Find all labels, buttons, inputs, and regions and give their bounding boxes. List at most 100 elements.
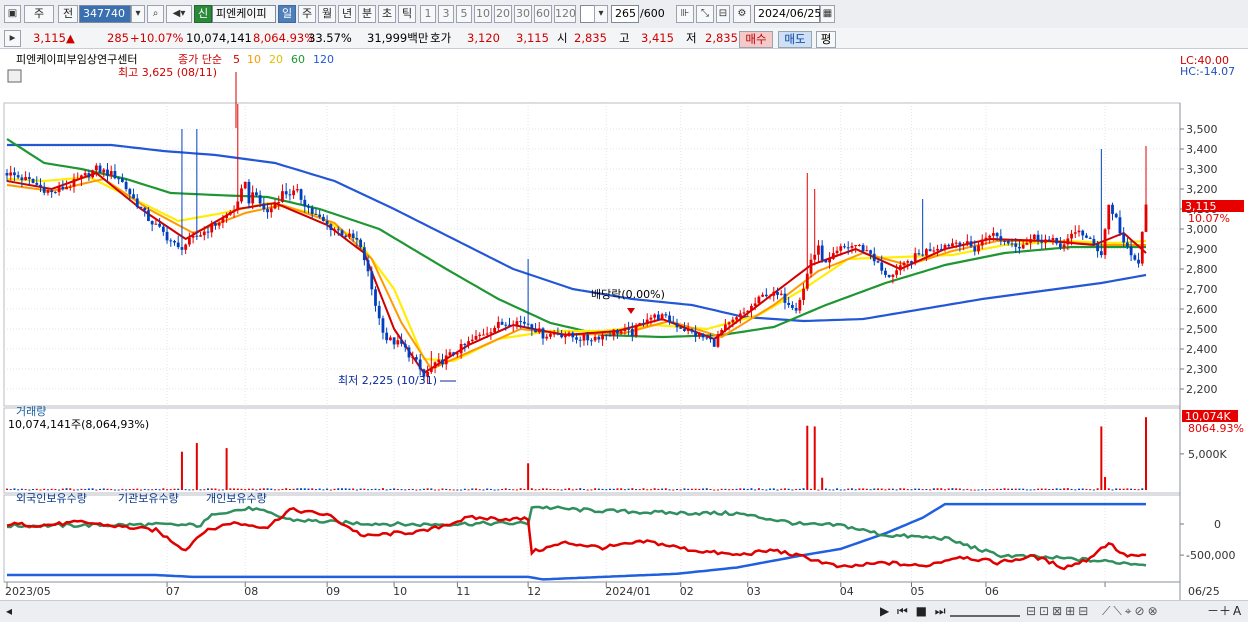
volume-bar	[716, 489, 719, 491]
interval-10[interactable]: 10	[474, 5, 492, 23]
window-icon[interactable]: ▣	[4, 5, 21, 23]
mode-select-b[interactable]: 전	[58, 5, 78, 23]
period-day[interactable]: 일	[278, 5, 296, 23]
candle-body	[794, 307, 798, 311]
date-input[interactable]: 2024/06/25	[754, 5, 821, 23]
volume-bar	[214, 488, 217, 490]
interval-60[interactable]: 60	[534, 5, 552, 23]
tool-icons[interactable]: ⟋⟍⌖⊘⊗	[1102, 604, 1161, 618]
buy-button[interactable]: 매수	[739, 31, 773, 48]
volume-bar	[947, 488, 950, 490]
candle-body	[478, 334, 482, 336]
candle-type-icon[interactable]: ⊪	[676, 5, 694, 23]
volume-bar	[776, 489, 779, 491]
candle-body	[988, 235, 992, 238]
hc-label: HC:-14.07	[1180, 65, 1235, 78]
speaker-icon[interactable]: ◀▾	[166, 5, 192, 23]
candle-body	[768, 295, 772, 297]
chart-area[interactable]: 2023/05 07 08 09 10 11 12 2024/01 02 03 04 05 06 06/2…	[0, 50, 1248, 600]
volume-bar	[1033, 489, 1036, 491]
low-annotation: 최저 2,225 (10/31)	[338, 374, 437, 387]
volume-bar	[702, 488, 705, 490]
interval-5[interactable]: 5	[456, 5, 472, 23]
volume-bar	[791, 489, 794, 491]
candle-body	[1014, 243, 1018, 247]
candle-body	[135, 198, 139, 208]
volume-bar	[769, 488, 772, 490]
volume-bar	[1104, 477, 1107, 490]
candle-body	[351, 233, 355, 239]
candle-body	[764, 294, 768, 297]
mode-select-a[interactable]: 주	[24, 5, 54, 23]
overlay-icon[interactable]: ⊟	[716, 5, 730, 23]
gear-icon[interactable]: ⚙	[733, 5, 751, 23]
volume-bar	[1037, 488, 1040, 490]
interval-30[interactable]: 30	[514, 5, 532, 23]
draw-tool-icon[interactable]: ⤡	[696, 5, 714, 23]
search-icon[interactable]: ⌕	[147, 5, 164, 23]
volume-bar	[836, 488, 839, 490]
interval-20[interactable]: 20	[494, 5, 512, 23]
candle-body	[872, 253, 876, 262]
period-minute[interactable]: 분	[358, 5, 376, 23]
candle-body	[656, 314, 660, 321]
candle-body	[452, 352, 456, 355]
bar-count-input[interactable]: 265	[611, 5, 639, 23]
candle-body	[977, 245, 980, 252]
period-second[interactable]: 초	[378, 5, 396, 23]
candle-body	[72, 179, 76, 187]
last-volume-pct: 8064.93%	[1188, 422, 1244, 435]
candle-body	[924, 249, 928, 256]
period-tick[interactable]: 틱	[398, 5, 416, 23]
candle-body	[880, 262, 884, 271]
candle-body	[1077, 230, 1081, 233]
sell-button[interactable]: 매도	[778, 31, 812, 48]
interval-120[interactable]: 120	[554, 5, 576, 23]
period-year[interactable]: 년	[338, 5, 356, 23]
volume-bar	[515, 489, 518, 491]
calculator-icon[interactable]	[7, 69, 22, 83]
candle-body	[173, 241, 176, 243]
interval-3[interactable]: 3	[438, 5, 454, 23]
volume-bar	[862, 488, 865, 490]
y-tick-label: 3,500	[1186, 123, 1218, 136]
font-icon[interactable]: A	[1233, 604, 1241, 618]
volume-bar	[452, 489, 455, 491]
candle-body	[642, 323, 645, 325]
candle-body	[694, 331, 698, 337]
scroll-left-icon[interactable]: ◂	[6, 604, 12, 618]
volume-bar	[344, 488, 347, 490]
interval-1[interactable]: 1	[420, 5, 436, 23]
volume-bar	[958, 488, 961, 490]
volume-bar	[981, 489, 984, 491]
average-button[interactable]: 평	[816, 31, 836, 48]
collapse-icon[interactable]: ▸	[4, 30, 21, 47]
candle-body	[798, 299, 802, 311]
candle-body	[61, 186, 65, 190]
volume-bar	[251, 488, 254, 490]
holding-tick-label: -500,000	[1186, 549, 1235, 562]
volume-bar	[1044, 488, 1047, 490]
period-week[interactable]: 주	[298, 5, 316, 23]
nav-buttons[interactable]: ▶ ⏮ ■ ⏭	[880, 604, 948, 618]
candle-body	[1062, 244, 1066, 248]
volume-bar	[322, 489, 325, 491]
calendar-icon[interactable]: ▦	[820, 5, 835, 23]
period-month[interactable]: 월	[318, 5, 336, 23]
candle-body	[828, 258, 832, 263]
zoom-in-icon[interactable]: －＋	[1207, 604, 1231, 618]
candle-body	[228, 211, 232, 215]
stock-code-input[interactable]: 347740	[79, 5, 131, 23]
high-annotation: 최고 3,625 (08/11)	[118, 66, 217, 79]
chevron-down-icon[interactable]: ▾	[131, 5, 145, 23]
candle-body	[705, 337, 709, 339]
zoom-icons[interactable]: ⊟⊡⊠⊞⊟	[1026, 604, 1091, 618]
zoom-slider[interactable]	[950, 609, 1020, 617]
ma-legend-5: 5	[233, 53, 240, 66]
x-tick-label: 11	[456, 585, 470, 598]
candle-body	[575, 337, 578, 340]
y-tick-label: 3,300	[1186, 163, 1218, 176]
candle-body	[1006, 240, 1010, 244]
chevron-down-icon[interactable]: ▾	[594, 5, 608, 23]
volume-subtitle: 10,074,141주(8,064,93%)	[8, 418, 149, 431]
